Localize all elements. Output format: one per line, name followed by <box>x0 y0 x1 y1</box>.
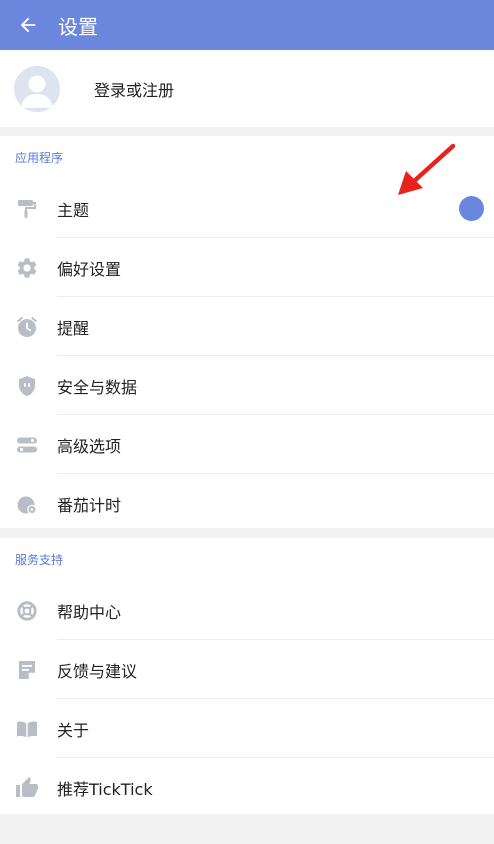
settings-item-label: 偏好设置 <box>57 259 122 279</box>
settings-item-recommend[interactable]: 推荐TickTick <box>0 758 494 817</box>
settings-item-label: 关于 <box>57 720 90 740</box>
settings-item-advanced[interactable]: 高级选项 <box>0 415 494 474</box>
settings-item-label: 高级选项 <box>57 436 122 456</box>
settings-item-theme[interactable]: 主题 <box>0 179 494 238</box>
settings-item-security-data[interactable]: 安全与数据 <box>0 356 494 415</box>
settings-item-preferences[interactable]: 偏好设置 <box>0 238 494 297</box>
settings-item-label: 推荐TickTick <box>57 779 153 799</box>
settings-item-label: 主题 <box>57 200 90 220</box>
settings-item-label: 帮助中心 <box>57 602 122 622</box>
book-icon <box>15 717 39 741</box>
lifebuoy-icon <box>15 599 39 623</box>
settings-item-label: 提醒 <box>57 318 90 338</box>
section-title-support: 服务支持 <box>15 553 64 567</box>
arrow-left-icon <box>20 17 36 33</box>
settings-item-reminders[interactable]: 提醒 <box>0 297 494 356</box>
login-register-label: 登录或注册 <box>94 80 175 100</box>
support-section: 服务支持 帮助中心 反馈与建议 关于 推荐TickTick <box>0 538 494 814</box>
shield-icon <box>15 374 39 398</box>
settings-item-pomodoro[interactable]: 番茄计时 <box>0 474 494 533</box>
settings-item-help-center[interactable]: 帮助中心 <box>0 581 494 640</box>
page-title: 设置 <box>58 14 98 39</box>
login-register-row[interactable]: 登录或注册 <box>0 50 494 127</box>
theme-color-indicator <box>459 196 484 221</box>
settings-item-label: 反馈与建议 <box>57 661 138 681</box>
alarm-clock-icon <box>15 315 39 339</box>
default-avatar-icon <box>14 65 60 112</box>
settings-item-label: 番茄计时 <box>57 495 122 515</box>
paint-roller-icon <box>15 197 39 221</box>
application-section: 应用程序 主题 偏好设置 提醒 安全与数据 高级选项 番茄计时 <box>0 136 494 528</box>
back-button[interactable] <box>0 0 56 50</box>
feedback-note-icon <box>15 658 39 682</box>
settings-item-feedback[interactable]: 反馈与建议 <box>0 640 494 699</box>
tomato-timer-icon <box>15 492 39 516</box>
thumbs-up-icon <box>15 776 39 800</box>
gear-icon <box>15 256 39 280</box>
settings-item-label: 安全与数据 <box>57 377 138 397</box>
section-title-application: 应用程序 <box>15 151 64 165</box>
settings-item-about[interactable]: 关于 <box>0 699 494 758</box>
toggles-icon <box>15 433 39 457</box>
app-bar: 设置 <box>0 0 494 50</box>
